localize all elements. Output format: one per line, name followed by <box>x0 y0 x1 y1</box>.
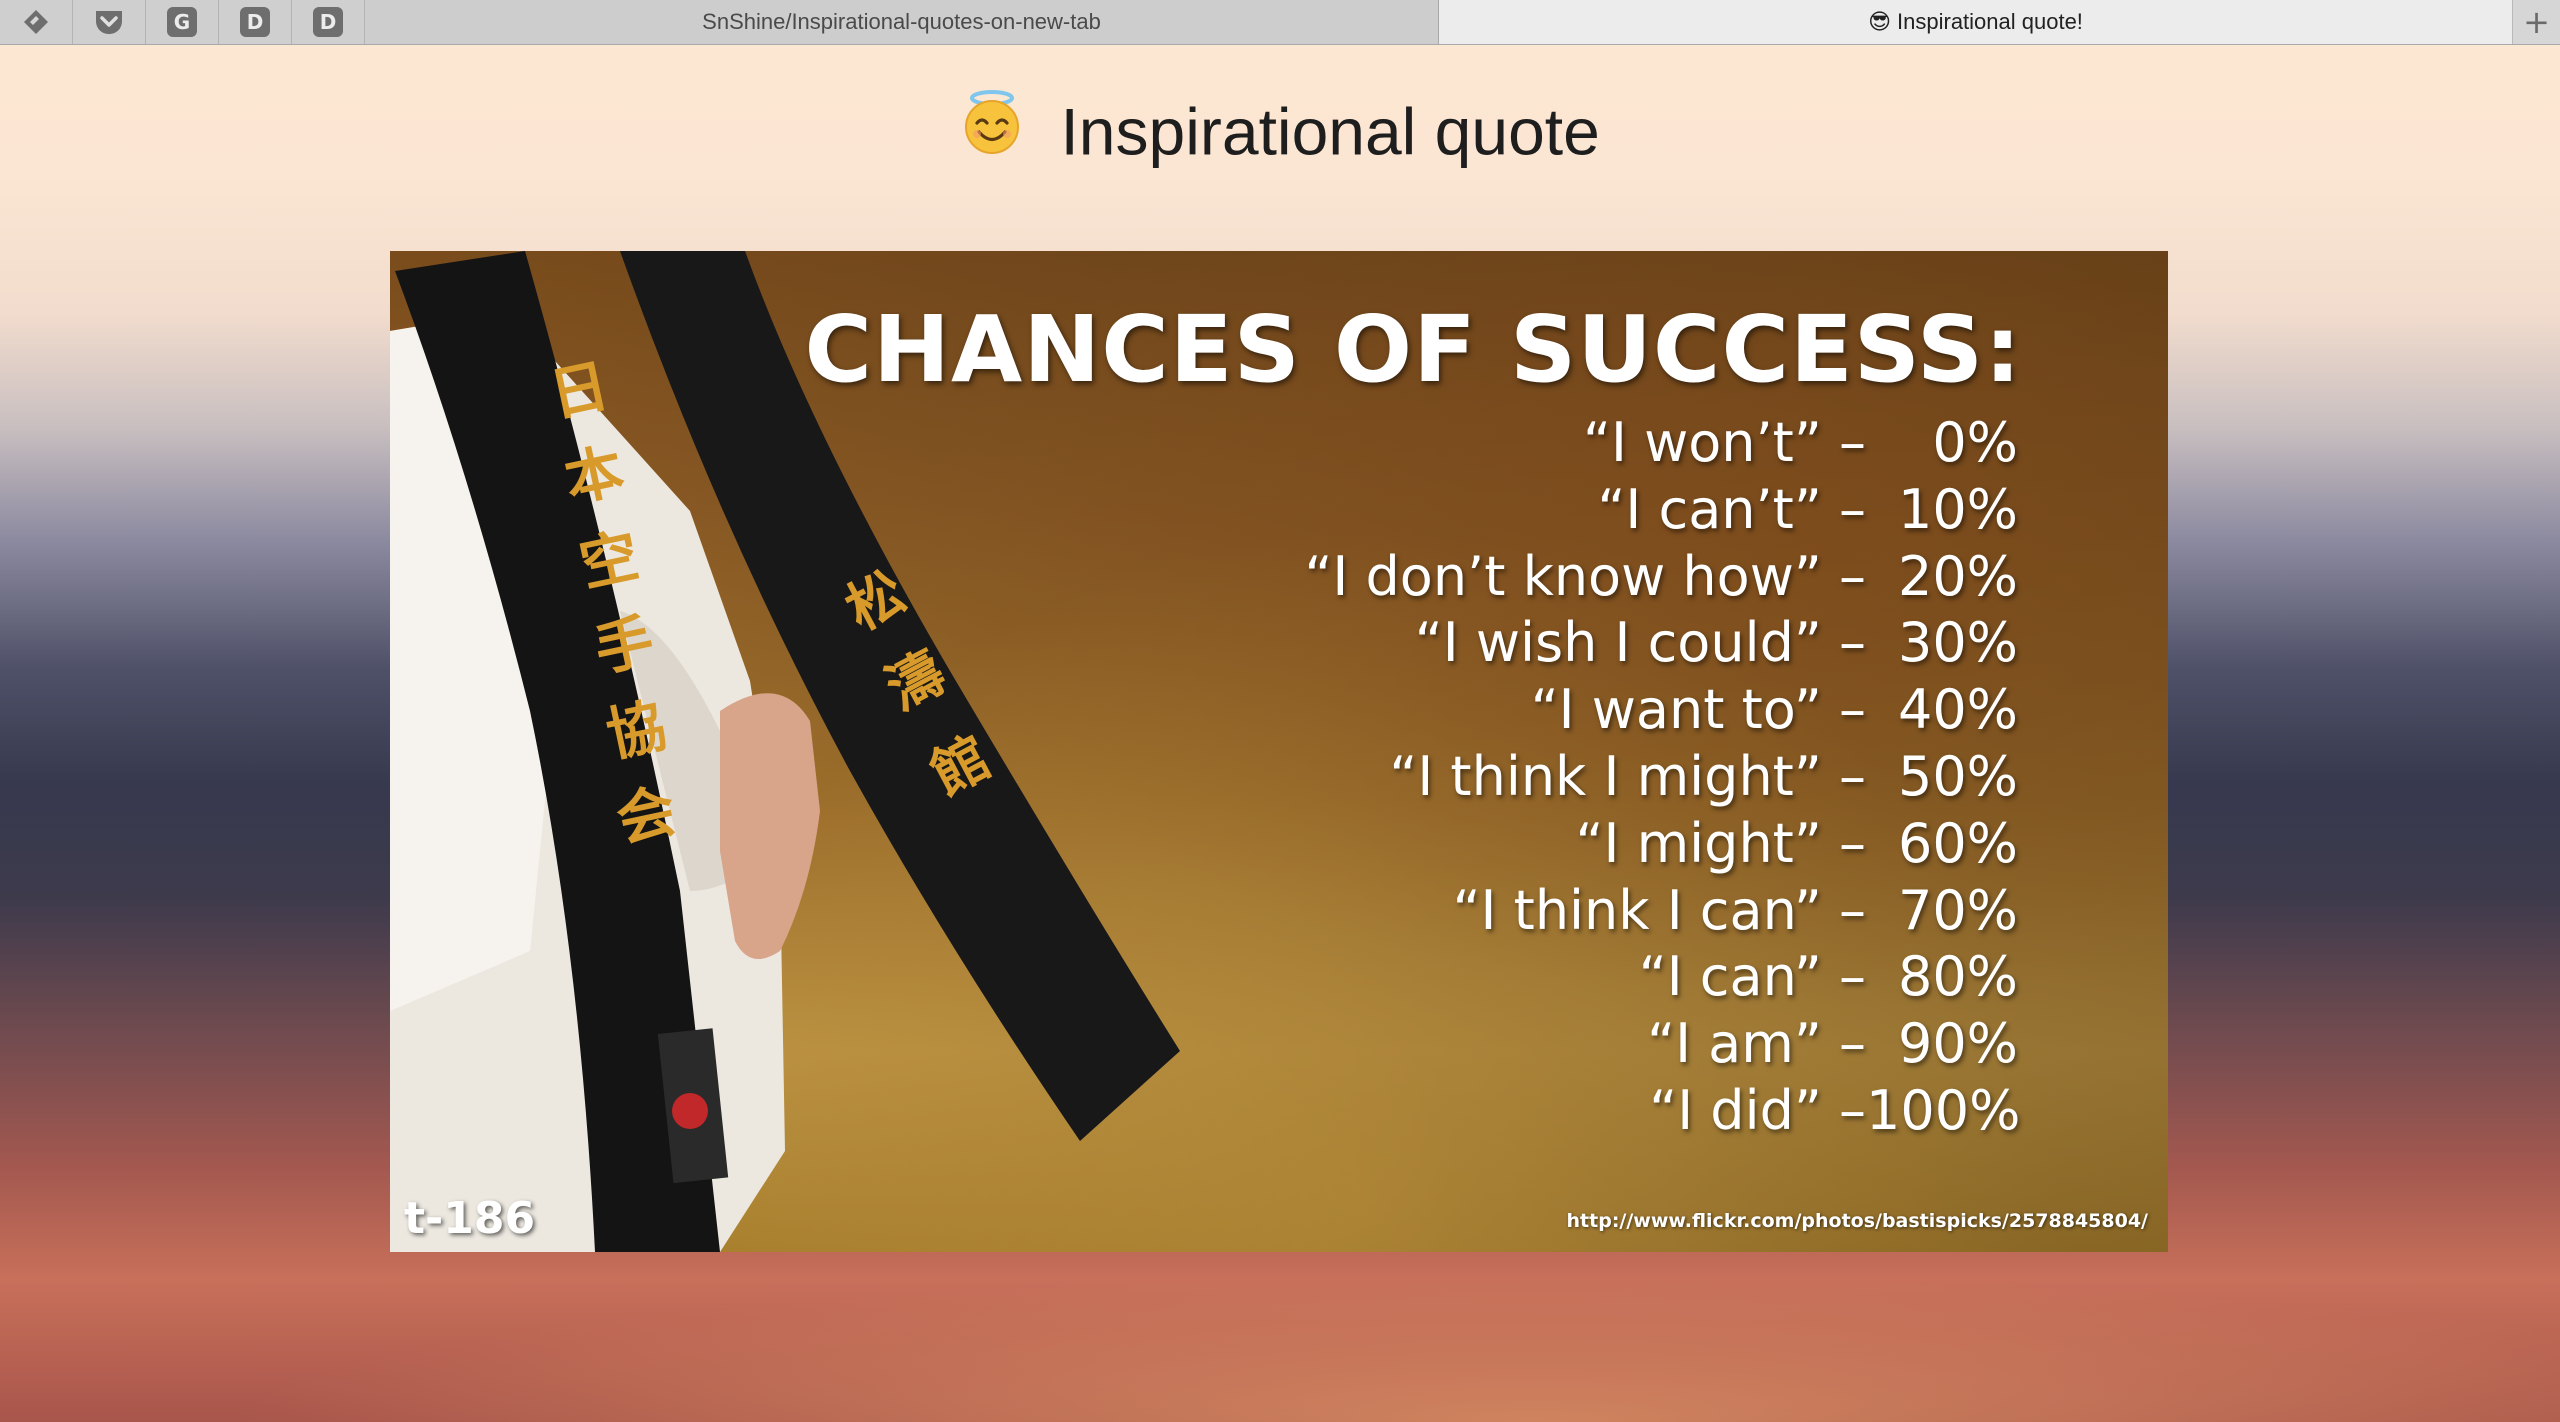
d-icon: D <box>313 7 343 37</box>
quote-image: 日 本 空 手 協 会 松 濤 館 CHANCES OF SUCCESS: “I… <box>390 251 2168 1252</box>
quote-percent: 50% <box>1897 744 2018 808</box>
image-source-url: http://www.flickr.com/photos/bastispicks… <box>1566 1210 2148 1232</box>
new-tab-button[interactable]: + <box>2513 0 2560 44</box>
pocket-icon <box>96 11 122 34</box>
image-code: t-186 <box>404 1193 536 1244</box>
smiling-face-with-halo-icon <box>965 89 1020 154</box>
quote-percent: 60% <box>1897 811 2018 875</box>
quote-title: CHANCES OF SUCCESS: <box>804 296 2022 403</box>
quote-percent: 30% <box>1897 611 2018 675</box>
quote-line: “I think I might” – 50% <box>1218 745 2018 812</box>
g-icon: G <box>167 7 197 37</box>
tab-github-repo[interactable]: SnShine/Inspirational-quotes-on-new-tab <box>365 0 1439 44</box>
quote-line: “I can’t” – 10% <box>1218 478 2018 545</box>
quote-line: “I won’t” – 0% <box>1218 411 2018 478</box>
quote-phrase: “I can’t” – <box>1597 477 1866 541</box>
pinned-tab-pocket[interactable] <box>73 0 146 44</box>
quote-phrase: “I think I might” – <box>1389 744 1866 808</box>
tab-label: Inspirational quote! <box>1897 9 2083 34</box>
quote-phrase: “I think I can” – <box>1452 878 1866 942</box>
pinned-tab-g[interactable]: G <box>146 0 219 44</box>
quote-phrase: “I might” – <box>1575 811 1867 875</box>
browser-tab-bar: G D D SnShine/Inspirational-quotes-on-ne… <box>0 0 2560 45</box>
quote-list: “I won’t” – 0% “I can’t” – 10% “I don’t kn… <box>1218 411 2021 1146</box>
quote-percent: 80% <box>1897 945 2018 1009</box>
quote-line: “I did” –100% <box>1218 1078 2021 1146</box>
quote-percent: 100% <box>1866 1078 2021 1142</box>
quote-line: “I don’t know how” – 20% <box>1218 545 2018 612</box>
heading-text: Inspirational quote <box>1060 94 1600 169</box>
page-title: Inspirational quote <box>0 88 2560 170</box>
quote-percent: 20% <box>1897 544 2018 608</box>
quote-phrase: “I won’t” – <box>1583 411 1866 474</box>
plus-icon: + <box>2523 3 2550 41</box>
quote-phrase: “I don’t know how” – <box>1304 544 1866 608</box>
pinned-tab-kanbanflow[interactable] <box>0 0 73 44</box>
pinned-tab-d2[interactable]: D <box>292 0 365 44</box>
sunglasses-face-icon: 😎 <box>1868 9 1892 35</box>
quote-line: “I am” – 90% <box>1218 1012 2018 1079</box>
quote-line: “I might” – 60% <box>1218 811 2019 879</box>
quote-phrase: “I did” – <box>1649 1078 1866 1142</box>
d-icon: D <box>240 7 270 37</box>
quote-percent: 40% <box>1897 678 2018 742</box>
quote-phrase: “I am” – <box>1647 1012 1866 1076</box>
quote-percent: 70% <box>1897 878 2018 942</box>
pinned-tab-d1[interactable]: D <box>219 0 292 44</box>
svg-text:日: 日 <box>544 351 615 430</box>
quote-line: “I want to” – 40% <box>1218 678 2018 745</box>
tab-label: SnShine/Inspirational-quotes-on-new-tab <box>702 9 1101 34</box>
quote-phrase: “I want to” – <box>1530 678 1866 742</box>
quote-phrase: “I wish I could” – <box>1414 611 1866 675</box>
quote-line: “I think I can” – 70% <box>1218 879 2018 946</box>
kanbanflow-icon <box>24 10 48 34</box>
quote-phrase: “I can” – <box>1638 945 1866 1009</box>
quote-percent: 90% <box>1897 1012 2018 1076</box>
quote-percent: 10% <box>1897 477 2018 541</box>
quote-line: “I can” – 80% <box>1218 945 2018 1012</box>
quote-percent: 0% <box>1932 411 2018 474</box>
quote-line: “I wish I could” – 30% <box>1218 611 2018 678</box>
tab-inspirational-quote[interactable]: 😎 Inspirational quote! <box>1439 0 2513 44</box>
